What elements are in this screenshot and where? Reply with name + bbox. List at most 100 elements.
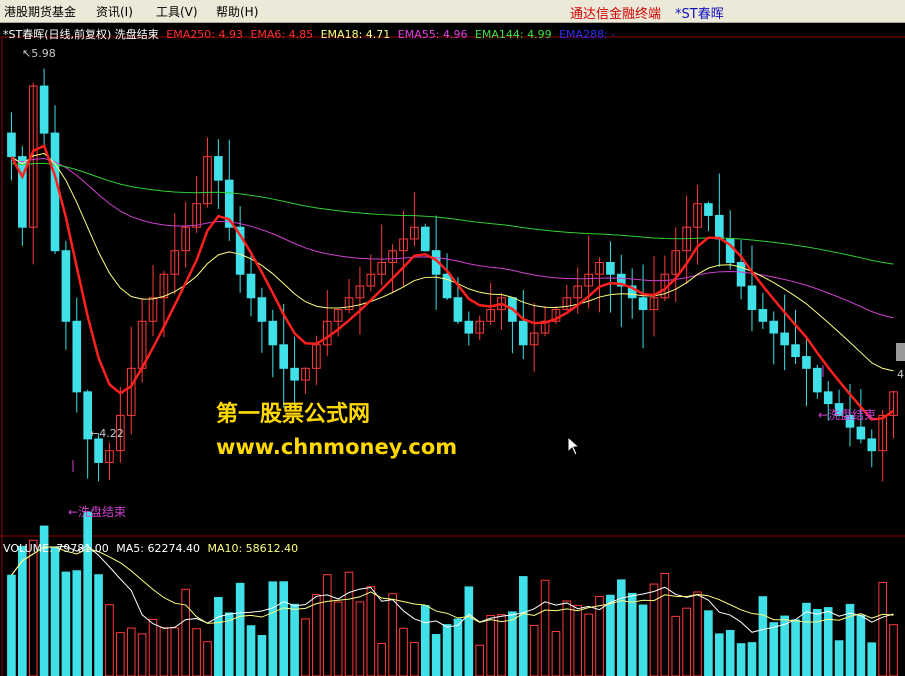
volume-bar (137, 633, 147, 676)
volume-label: VOLUME: 79781.00 (3, 542, 109, 555)
volume-bar (878, 581, 887, 676)
volume-bar (301, 618, 310, 676)
volume-bar (606, 594, 615, 676)
volume-bar (704, 610, 713, 676)
volume-bar (834, 640, 844, 676)
mouse-cursor-icon (567, 436, 581, 456)
candle-body (704, 203, 713, 216)
volume-bar (61, 571, 71, 676)
watermark-title: 第一股票公式网 (216, 402, 371, 427)
menu-bar: 港股期货基金 资讯(I) 工具(V) 帮助(H) 通达信金融终端 *ST春晖 (0, 0, 905, 23)
signal-annotation-right: ←洗盘结束 (818, 408, 877, 422)
candle-body (257, 297, 267, 322)
candle-body (72, 320, 82, 393)
candle-body (802, 356, 811, 369)
volume-bar (105, 604, 114, 676)
low-price-label: ←4.22 (90, 427, 124, 440)
candle-body (856, 426, 866, 440)
ema144-line (11, 162, 894, 265)
kline-chart[interactable] (0, 23, 905, 676)
volume-bar (420, 605, 430, 676)
candle-body (61, 250, 71, 322)
volume-bar (399, 627, 408, 676)
ema288-label: EMA288: - (559, 28, 616, 41)
volume-bar (649, 583, 659, 676)
candle-body (714, 214, 724, 240)
menu-item-tools[interactable]: 工具(V) (156, 3, 198, 20)
right-edge-label: 4 (897, 368, 904, 381)
menu-item-help[interactable]: 帮助(H) (216, 3, 258, 20)
candle-body (758, 309, 768, 322)
menu-item-info[interactable]: 资讯(I) (96, 3, 133, 20)
volume-bar (203, 641, 212, 676)
ema18-line (11, 152, 894, 372)
volume-bar (235, 582, 245, 676)
candle-body (813, 367, 822, 393)
volume-bar (388, 593, 397, 676)
candle-body (747, 285, 757, 311)
volume-bar (845, 603, 855, 676)
volume-bar (671, 615, 681, 676)
volume-bar (627, 592, 637, 676)
volume-bar (497, 614, 506, 676)
volume-bar (257, 635, 267, 676)
volume-legend: VOLUME: 79781.00 MA5: 62274.40 MA10: 586… (3, 542, 302, 555)
volume-bar (769, 622, 779, 676)
candle-body (268, 320, 278, 346)
volume-bar (540, 579, 550, 676)
volume-bar (758, 596, 768, 676)
candle-body (769, 320, 779, 334)
candle-body (94, 438, 103, 463)
candle-body (279, 344, 289, 369)
ma5-label: MA5: 62274.40 (116, 542, 200, 555)
volume-bar (290, 603, 299, 676)
stock-title: *ST春晖 (675, 7, 724, 22)
menu-item-hk-futures[interactable]: 港股期货基金 (4, 3, 76, 20)
volume-bar (50, 546, 60, 676)
ema18-label: EMA18: 4.71 (320, 28, 391, 41)
ma10-label: MA10: 58612.40 (207, 542, 299, 555)
volume-bar (442, 624, 452, 676)
volume-bar (475, 644, 485, 676)
volume-bar (18, 545, 27, 676)
volume-bar (638, 604, 648, 676)
candle-body (420, 226, 430, 252)
volume-bar (813, 608, 822, 676)
volume-bar (584, 613, 593, 676)
candle-body (290, 367, 299, 381)
ema55-line (11, 158, 894, 319)
volume-bar (322, 574, 332, 676)
volume-bar (355, 601, 365, 676)
ema250-label: EMA250: 4.93 (166, 28, 243, 41)
volume-bar (486, 614, 495, 676)
high-price-label: ↖5.98 (22, 47, 56, 60)
volume-bar (856, 614, 866, 676)
candle-body (39, 85, 49, 134)
candle-body (246, 273, 256, 299)
signal-annotation-left: ←洗盘结束 (68, 505, 127, 519)
candle-body (606, 261, 615, 275)
chart-area[interactable]: *ST春晖(日线,前复权) 洗盘结束 EMA250: 4.93 EMA6: 4.… (0, 23, 905, 676)
app-title: 通达信金融终端 (570, 7, 662, 22)
volume-bar (508, 611, 517, 676)
volume-bar (159, 627, 169, 676)
volume-bar (377, 642, 387, 676)
volume-bar (268, 581, 278, 676)
volume-bar (214, 597, 223, 676)
volume-bar (312, 594, 321, 676)
volume-bar (192, 628, 201, 676)
volume-bar (224, 612, 234, 676)
volume-bar (410, 641, 419, 676)
chart-header: *ST春晖(日线,前复权) 洗盘结束 (3, 28, 159, 41)
volume-bar (823, 607, 833, 676)
volume-bar (279, 581, 289, 676)
watermark-url: www.chnmoney.com (216, 435, 458, 459)
volume-bar (181, 588, 191, 676)
ema6-label: EMA6: 4.85 (250, 28, 314, 41)
volume-bar (83, 511, 92, 676)
volume-bar (616, 579, 626, 676)
candle-body (442, 273, 452, 299)
volume-bar (725, 629, 735, 676)
volume-bar (693, 591, 702, 676)
candle-body (214, 156, 223, 181)
